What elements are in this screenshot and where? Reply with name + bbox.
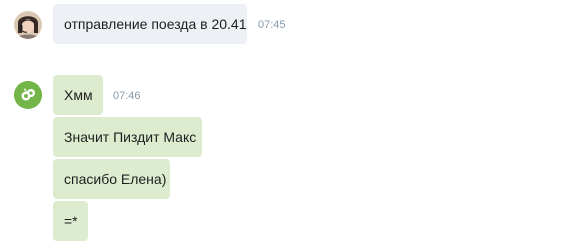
message-bubble-incoming[interactable]: =* [53, 201, 88, 241]
message-timestamp: 07:45 [258, 19, 286, 31]
support-agent-avatar-icon[interactable] [14, 11, 42, 39]
message-text: Хмм [64, 87, 93, 103]
user-avatar-icon[interactable] [14, 81, 42, 109]
message-text: Значит Пиздит Макс [64, 129, 197, 145]
message-bubble-incoming[interactable]: спасибо Елена) [53, 159, 170, 199]
message-bubble-incoming[interactable]: Хмм [53, 75, 103, 115]
message-bubble-incoming[interactable]: Значит Пиздит Макс [53, 117, 202, 157]
green-logo-avatar-icon [14, 81, 42, 109]
message-timestamp: 07:46 [113, 90, 141, 102]
message-text: спасибо Елена) [64, 171, 167, 187]
message-bubble-outgoing[interactable]: отправление поезда в 20.41 [53, 4, 247, 44]
message-text: отправление поезда в 20.41 [64, 16, 247, 32]
woman-with-headset-avatar-icon [14, 11, 42, 39]
message-text: =* [64, 213, 78, 229]
